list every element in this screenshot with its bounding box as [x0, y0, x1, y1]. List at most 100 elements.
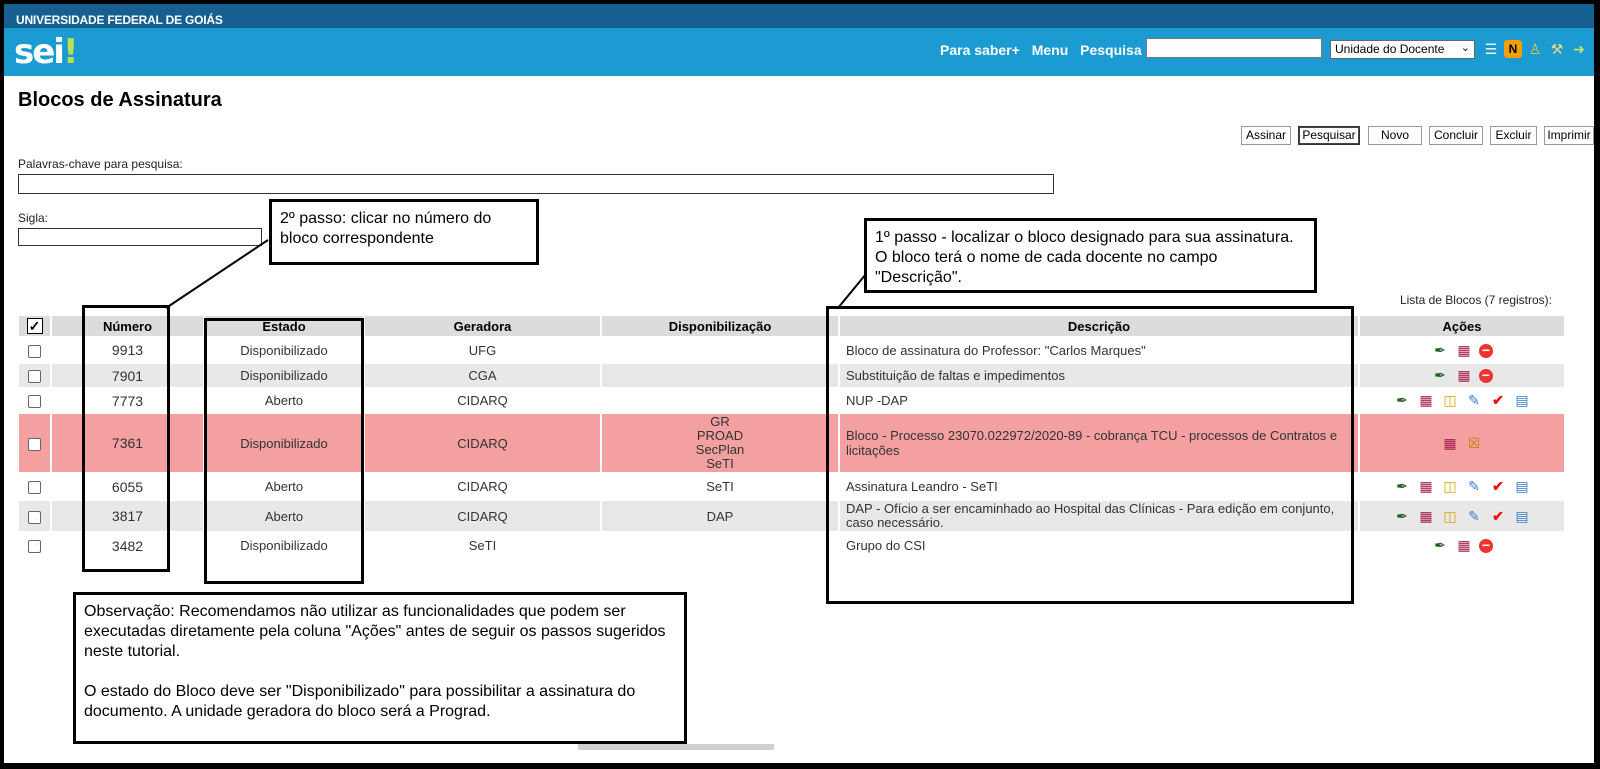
row-disp: DAP	[600, 499, 840, 533]
select-all-cell[interactable]: ✓	[17, 314, 52, 338]
calendar-icon[interactable]: ▤	[1513, 392, 1531, 409]
user-icon[interactable]: ♙	[1526, 40, 1544, 58]
concluir-button[interactable]: Concluir	[1429, 126, 1483, 145]
pen-icon[interactable]: ✒	[1393, 392, 1411, 409]
nav-menu[interactable]: Menu	[1032, 42, 1069, 58]
row-select[interactable]	[17, 387, 52, 414]
novo-button[interactable]: Novo	[1368, 126, 1422, 145]
check-icon[interactable]: ✔	[1489, 478, 1507, 495]
edit-icon[interactable]: ✎	[1465, 508, 1483, 525]
keywords-input[interactable]	[18, 174, 1054, 194]
row-select[interactable]	[17, 472, 52, 501]
row-estado: Disponibilizado	[203, 531, 365, 560]
pen-icon[interactable]: ✒	[1431, 367, 1449, 384]
row-checkbox[interactable]	[28, 540, 41, 554]
calendar-icon[interactable]: ▤	[1513, 508, 1531, 525]
row-checkbox[interactable]	[28, 344, 41, 358]
document-icon[interactable]: ▦	[1417, 508, 1435, 525]
document-icon[interactable]: ▦	[1417, 392, 1435, 409]
row-disp	[600, 531, 840, 560]
imprimir-button[interactable]: Imprimir	[1544, 126, 1594, 145]
cancel-icon[interactable]: −	[1479, 343, 1493, 358]
nav-para-saber[interactable]: Para saber+	[940, 42, 1020, 58]
table-row: 3482 Disponibilizado SeTI Grupo do CSI ✒…	[17, 531, 1566, 560]
document-icon[interactable]: ▦	[1441, 435, 1459, 452]
row-estado: Aberto	[203, 472, 365, 501]
header-acoes: Ações	[1358, 314, 1566, 338]
folder-icon[interactable]: ◫	[1441, 508, 1459, 525]
header-nav: Para saber+ Menu Pesquisa	[940, 42, 1150, 58]
row-descricao: Assinatura Leandro - SeTI	[838, 472, 1360, 501]
row-checkbox[interactable]	[28, 510, 41, 524]
row-checkbox[interactable]	[28, 395, 41, 409]
pen-icon[interactable]: ✒	[1431, 537, 1449, 554]
row-geradora: CIDARQ	[363, 387, 602, 414]
concluir-label: Concluir	[1433, 128, 1478, 142]
row-numero-link[interactable]: 9913	[50, 336, 205, 364]
row-checkbox[interactable]	[28, 481, 41, 495]
pen-icon[interactable]: ✒	[1431, 342, 1449, 359]
edit-icon[interactable]: ✎	[1465, 478, 1483, 495]
exit-icon[interactable]: ➜	[1570, 40, 1588, 58]
row-checkbox[interactable]	[28, 437, 41, 451]
list-icon[interactable]: ☰	[1482, 40, 1500, 58]
row-numero-link[interactable]: 7901	[50, 362, 205, 389]
row-numero-link[interactable]: 7773	[50, 387, 205, 414]
row-select[interactable]	[17, 336, 52, 364]
row-numero-link[interactable]: 3482	[50, 531, 205, 560]
cancel-icon[interactable]: −	[1479, 538, 1493, 553]
header-search-input[interactable]	[1146, 38, 1322, 58]
select-all-checkbox[interactable]: ✓	[26, 318, 43, 334]
logo-mark: !	[62, 32, 78, 72]
pen-icon[interactable]: ✒	[1393, 508, 1411, 525]
notes-icon[interactable]: N	[1504, 40, 1522, 58]
row-numero-link[interactable]: 6055	[50, 472, 205, 501]
cancel-icon[interactable]: −	[1479, 368, 1493, 383]
folder-icon[interactable]: ◫	[1441, 392, 1459, 409]
header-estado[interactable]: Estado	[203, 314, 365, 338]
check-icon[interactable]: ✔	[1489, 392, 1507, 409]
header-numero[interactable]: Número	[50, 314, 205, 338]
novo-label: Novo	[1380, 128, 1409, 142]
row-numero-link[interactable]: 7361	[50, 412, 205, 474]
remove-icon[interactable]: ☒	[1465, 435, 1483, 452]
wrench-icon[interactable]: ⚒	[1548, 40, 1566, 58]
sei-logo[interactable]: sei!	[14, 32, 78, 72]
pen-icon[interactable]: ✒	[1393, 478, 1411, 495]
disp-unit: GR	[710, 414, 730, 429]
row-numero-link[interactable]: 3817	[50, 499, 205, 533]
document-icon[interactable]: ▦	[1417, 478, 1435, 495]
logo-text: sei	[14, 32, 65, 72]
note-step1: 1º passo - localizar o bloco designado p…	[864, 218, 1317, 293]
header-disponibilizacao[interactable]: Disponibilização	[600, 314, 840, 338]
row-select[interactable]	[17, 531, 52, 560]
sigla-input[interactable]	[18, 228, 262, 246]
calendar-icon[interactable]: ▤	[1513, 478, 1531, 495]
edit-icon[interactable]: ✎	[1465, 392, 1483, 409]
row-geradora: CIDARQ	[363, 412, 602, 474]
row-disp	[600, 336, 840, 364]
header-geradora[interactable]: Geradora	[363, 314, 602, 338]
document-icon[interactable]: ▦	[1455, 537, 1473, 554]
header-descricao[interactable]: Descrição	[838, 314, 1360, 338]
unit-select[interactable]: Unidade do Docente ⌄	[1330, 40, 1475, 59]
row-descricao: Bloco - Processo 23070.022972/2020-89 - …	[838, 412, 1360, 474]
row-select[interactable]	[17, 362, 52, 389]
note-observacao-1: Observação: Recomendamos não utilizar as…	[84, 603, 666, 660]
row-disp: SeTI	[600, 472, 840, 501]
row-select[interactable]	[17, 412, 52, 474]
pesquisar-button[interactable]: Pesquisar	[1298, 126, 1360, 145]
horizontal-scrollbar[interactable]	[578, 744, 774, 750]
table-row: 7901 Disponibilizado CGA Substituição de…	[17, 362, 1566, 389]
row-checkbox[interactable]	[28, 370, 41, 384]
document-icon[interactable]: ▦	[1455, 342, 1473, 359]
row-select[interactable]	[17, 499, 52, 533]
folder-icon[interactable]: ◫	[1441, 478, 1459, 495]
assinar-button[interactable]: Assinar	[1241, 126, 1291, 145]
row-estado: Disponibilizado	[203, 412, 365, 474]
document-icon[interactable]: ▦	[1455, 367, 1473, 384]
row-actions: ✒ ▦ ◫ ✎ ✔ ▤	[1358, 472, 1566, 501]
nav-pesquisa[interactable]: Pesquisa	[1080, 42, 1141, 58]
excluir-button[interactable]: Excluir	[1490, 126, 1537, 145]
check-icon[interactable]: ✔	[1489, 508, 1507, 525]
